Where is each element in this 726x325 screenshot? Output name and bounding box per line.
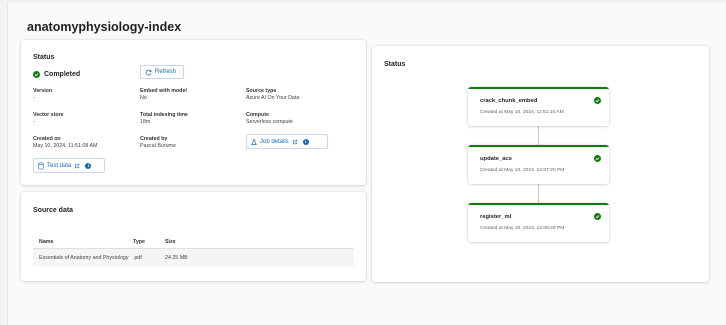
created-by-value: Pascal Burume [140,143,176,149]
check-circle-icon [594,97,601,104]
step-status-bar [468,87,609,89]
refresh-button[interactable]: Refresh [140,65,184,79]
pipeline-status-card: Status crack_chunk_embed Created at May … [372,46,709,282]
test-data-button[interactable]: Test data i [33,158,105,173]
pipeline-step[interactable]: register_ml Created at May 10, 2024, 12:… [468,203,609,242]
embed-field: Embed with model No [140,88,187,102]
column-header-size[interactable]: Size [165,239,225,245]
open-external-icon [75,163,80,168]
step-connector [538,184,539,203]
check-circle-icon [594,155,601,162]
column-header-type[interactable]: Type [133,239,165,245]
source-type-value: Azure AI On Your Data [246,95,300,101]
version-value: - [33,95,35,101]
source-data-title: Source data [33,207,74,214]
page-title: anatomyphysiology-index [27,20,182,34]
refresh-label: Refresh [155,69,177,75]
pipeline-status-title: Status [384,61,406,68]
test-data-label: Test data [47,162,72,169]
open-external-icon [292,139,297,144]
step-name: crack_chunk_embed [480,98,538,104]
compute-field: Compute Serverless compute [246,112,293,126]
step-status-bar [468,203,609,205]
source-type-label: Source type [246,88,277,94]
indexing-time-field: Total indexing time 18m [140,112,188,126]
table-header: Name Type Size [33,235,354,249]
cell-size: 24.25 MB [165,254,188,261]
created-by-field: Created by Pascal Burume [140,136,176,150]
flask-icon [251,138,257,145]
vector-store-field: Vector store - [33,112,64,126]
cell-type: .pdf [133,254,142,261]
cell-name: Essentials of Anatomy and Physiology [39,254,129,261]
job-details-label: Job details [260,138,289,145]
compute-value: Serverless compute [246,119,293,125]
indexing-time-value: 18m [140,119,151,125]
column-header-name[interactable]: Name [33,239,133,245]
job-details-button[interactable]: Job details i [246,134,328,149]
pipeline-step[interactable]: crack_chunk_embed Created at May 10, 202… [468,87,609,126]
table-row[interactable]: Essentials of Anatomy and Physiology .pd… [33,249,354,266]
step-time: Created at May 10, 2024, 11:51:10 AM [480,110,564,115]
created-by-label: Created by [140,136,168,142]
source-data-table: Name Type Size Essentials of Anatomy and… [33,235,354,266]
version-field: Version - [33,88,52,102]
status-card-title: Status [33,54,55,61]
step-status-bar [468,145,609,147]
indexing-time-label: Total indexing time [140,112,188,118]
step-connector [538,126,539,145]
created-on-label: Created on [33,136,61,142]
step-time: Created at May 10, 2024, 12:07:20 PM [480,168,565,173]
status-text: Completed [44,71,81,78]
database-icon [38,162,44,169]
check-circle-icon [33,71,40,78]
compute-label: Compute [246,112,269,118]
embed-value: No [140,95,147,101]
info-icon[interactable]: i [85,162,92,169]
version-label: Version [33,88,53,94]
status-card: Status Completed Refresh Version - Embed… [21,40,366,185]
status-indicator: Completed [33,71,80,78]
step-name: register_ml [480,214,512,220]
page: anatomyphysiology-index Status Completed… [7,3,726,325]
step-name: update_acs [480,156,512,162]
refresh-icon [145,69,152,75]
created-on-field: Created on May 10, 2024, 11:51:08 AM [33,136,97,150]
vector-store-label: Vector store [33,112,64,118]
check-circle-icon [594,213,601,220]
info-icon[interactable]: i [302,138,309,145]
created-on-value: May 10, 2024, 11:51:08 AM [33,143,98,149]
source-data-card: Source data Name Type Size Essentials of… [21,192,366,281]
pipeline-step[interactable]: update_acs Created at May 10, 2024, 12:0… [468,145,609,184]
vector-store-value: - [33,119,35,125]
step-time: Created at May 10, 2024, 12:08:29 PM [480,226,565,231]
embed-label: Embed with model [140,88,187,94]
source-type-field: Source type Azure AI On Your Data [246,88,299,102]
